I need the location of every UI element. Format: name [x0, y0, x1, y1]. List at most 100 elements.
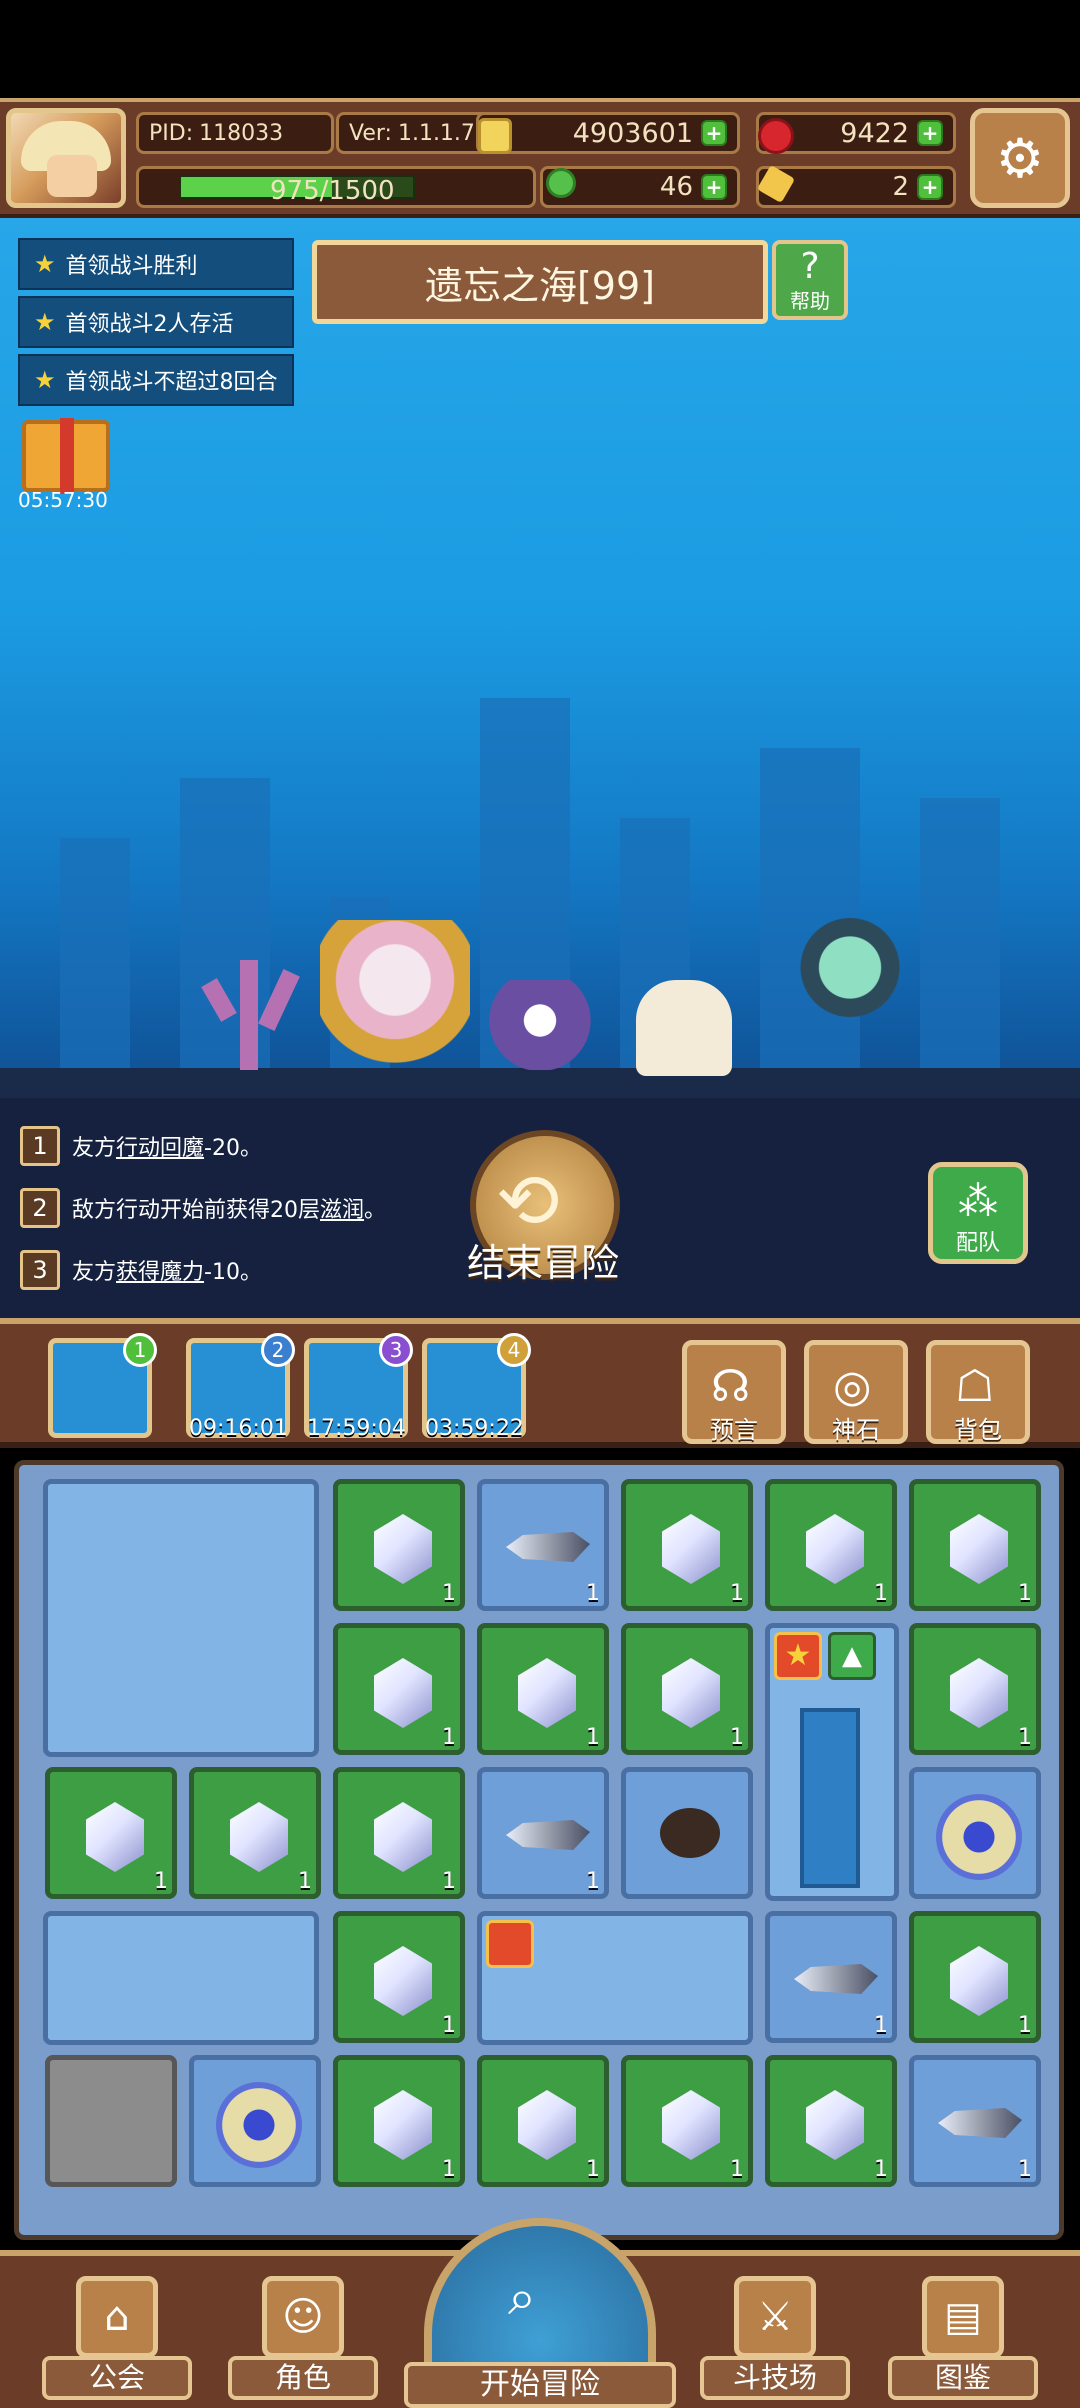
item-count: 1: [442, 2157, 456, 2182]
skill-slot-2[interactable]: 2 09:16:01: [186, 1333, 295, 1441]
crystal-item[interactable]: 1: [621, 1479, 753, 1611]
item-count: 1: [154, 1869, 168, 1894]
pearl-shell-character[interactable]: [488, 980, 592, 1070]
red-gem-icon: [758, 118, 794, 154]
item-count: 1: [1018, 2157, 1032, 2182]
player-avatar[interactable]: [6, 108, 126, 208]
crystal-item[interactable]: 1: [333, 1911, 465, 2043]
item-count: 1: [586, 1581, 600, 1606]
gold-value: 4903601: [572, 117, 693, 149]
effect-row: 3 友方 获得魔力 -10。: [20, 1250, 262, 1290]
crystal-item[interactable]: 1: [189, 1767, 321, 1899]
ruined-pillar-tile[interactable]: ★ ▲: [765, 1623, 899, 1901]
objective-item: ★ 首领战斗2人存活: [18, 296, 294, 348]
prophecy-button[interactable]: ☊ 预言: [682, 1340, 786, 1444]
rock-island-tile[interactable]: [477, 1911, 753, 2045]
team-button[interactable]: ⁂ 配队: [928, 1162, 1028, 1264]
crystal-item[interactable]: 1: [909, 1911, 1041, 2043]
slot-number: 4: [497, 1333, 531, 1367]
crystal-item[interactable]: 1: [477, 1623, 609, 1755]
crystal-item[interactable]: 1: [765, 2055, 897, 2187]
item-count: 1: [442, 1725, 456, 1750]
start-adventure-button[interactable]: ⌕ 开始冒险: [404, 2218, 676, 2408]
anemone-tile[interactable]: [189, 2055, 321, 2187]
treasure-badge-icon: [486, 1920, 534, 1968]
add-gold-button[interactable]: +: [701, 120, 727, 146]
clam-princess-character[interactable]: [320, 920, 470, 1070]
nav-character-label: 角色: [228, 2356, 378, 2400]
skill-slot-3[interactable]: 3 17:59:04: [304, 1333, 413, 1441]
item-count: 1: [442, 2013, 456, 2038]
turtle-reef-tile[interactable]: [43, 1911, 319, 2045]
fish-item[interactable]: 1: [477, 1479, 609, 1611]
white-cat-character[interactable]: [636, 980, 732, 1076]
item-count: 1: [1018, 1725, 1032, 1750]
add-clover-button[interactable]: +: [701, 174, 727, 200]
top-resource-bar: PID: 118033 Ver: 1.1.1.7 4903601 + 9422 …: [0, 98, 1080, 218]
effect-row: 2 敌方行动开始前获得20层 滋润。: [20, 1188, 386, 1228]
nav-guild[interactable]: ⌂ 公会: [42, 2260, 192, 2400]
crystal-item[interactable]: 1: [909, 1623, 1041, 1755]
help-button[interactable]: ? 帮助: [772, 240, 848, 320]
device-status-bar: [0, 0, 1080, 98]
backpack-label: 背包: [954, 1416, 1002, 1444]
backpack-button[interactable]: ☖ 背包: [926, 1340, 1030, 1444]
skill-slot-1[interactable]: 1: [48, 1333, 157, 1438]
crystal-item[interactable]: 1: [333, 1623, 465, 1755]
stage-title: 遗忘之海[99]: [312, 240, 768, 324]
add-key-button[interactable]: +: [917, 174, 943, 200]
help-question-icon: ?: [800, 246, 820, 287]
item-count: 1: [586, 1869, 600, 1894]
slot-number: 2: [261, 1333, 295, 1367]
effect-text: -10。: [204, 1260, 262, 1285]
crystal-item[interactable]: 1: [45, 1767, 177, 1899]
effect-row: 1 友方 行动回魔 -20。: [20, 1126, 262, 1166]
pid-label: PID:: [149, 120, 194, 146]
objective-text: 首领战斗胜利: [65, 254, 198, 279]
gem-value: 9422: [840, 117, 909, 149]
crystal-item[interactable]: 1: [909, 1479, 1041, 1611]
anemone-tile[interactable]: [909, 1767, 1041, 1899]
effect-keyword[interactable]: 滋润: [320, 1192, 364, 1224]
item-count: 1: [874, 1581, 888, 1606]
god-stone-icon: ◎: [833, 1361, 872, 1412]
skill-slot-4[interactable]: 4 03:59:22: [422, 1333, 531, 1441]
cauldron-tile[interactable]: [621, 1767, 753, 1899]
nav-arena[interactable]: ⚔ 斗技场: [700, 2260, 850, 2400]
god-stone-button[interactable]: ◎ 神石: [804, 1340, 908, 1444]
crystal-item[interactable]: 1: [333, 1767, 465, 1899]
effect-keyword[interactable]: 获得魔力: [116, 1254, 204, 1286]
item-count: 1: [874, 2013, 888, 2038]
start-adventure-label: 开始冒险: [404, 2362, 676, 2408]
nav-codex[interactable]: ▤ 图鉴: [888, 2260, 1038, 2400]
slot-timer: 03:59:22: [425, 1416, 524, 1441]
effect-number: 1: [20, 1126, 60, 1166]
fish-item[interactable]: 1: [909, 2055, 1041, 2187]
clover-value: 46: [659, 172, 693, 202]
crystal-item[interactable]: 1: [477, 2055, 609, 2187]
objective-text: 首领战斗不超过8回合: [65, 370, 278, 395]
objective-item: ★ 首领战斗不超过8回合: [18, 354, 294, 406]
effect-keyword[interactable]: 行动回魔: [116, 1130, 204, 1162]
crystal-item[interactable]: 1: [621, 2055, 753, 2187]
coral-reef-tile[interactable]: [43, 1479, 319, 1757]
star-badge-icon: ★: [774, 1632, 822, 1680]
crystal-item[interactable]: 1: [621, 1623, 753, 1755]
crystal-item[interactable]: 1: [333, 2055, 465, 2187]
nav-character[interactable]: ☺ 角色: [228, 2260, 378, 2400]
add-gem-button[interactable]: +: [917, 120, 943, 146]
god-stone-label: 神石: [832, 1416, 880, 1444]
empty-stone-tile[interactable]: [45, 2055, 177, 2187]
item-count: 1: [730, 2157, 744, 2182]
effect-text: 友方: [72, 1260, 117, 1285]
item-count: 1: [586, 1725, 600, 1750]
bunny-girl-boss[interactable]: [790, 900, 910, 1050]
fish-item[interactable]: 1: [477, 1767, 609, 1899]
gift-box-icon[interactable]: [22, 418, 110, 494]
ver-label: Ver:: [349, 120, 392, 146]
crystal-item[interactable]: 1: [333, 1479, 465, 1611]
item-count: 1: [730, 1725, 744, 1750]
settings-gear-icon[interactable]: ⚙: [970, 108, 1070, 208]
crystal-item[interactable]: 1: [765, 1479, 897, 1611]
fish-item[interactable]: 1: [765, 1911, 897, 2043]
